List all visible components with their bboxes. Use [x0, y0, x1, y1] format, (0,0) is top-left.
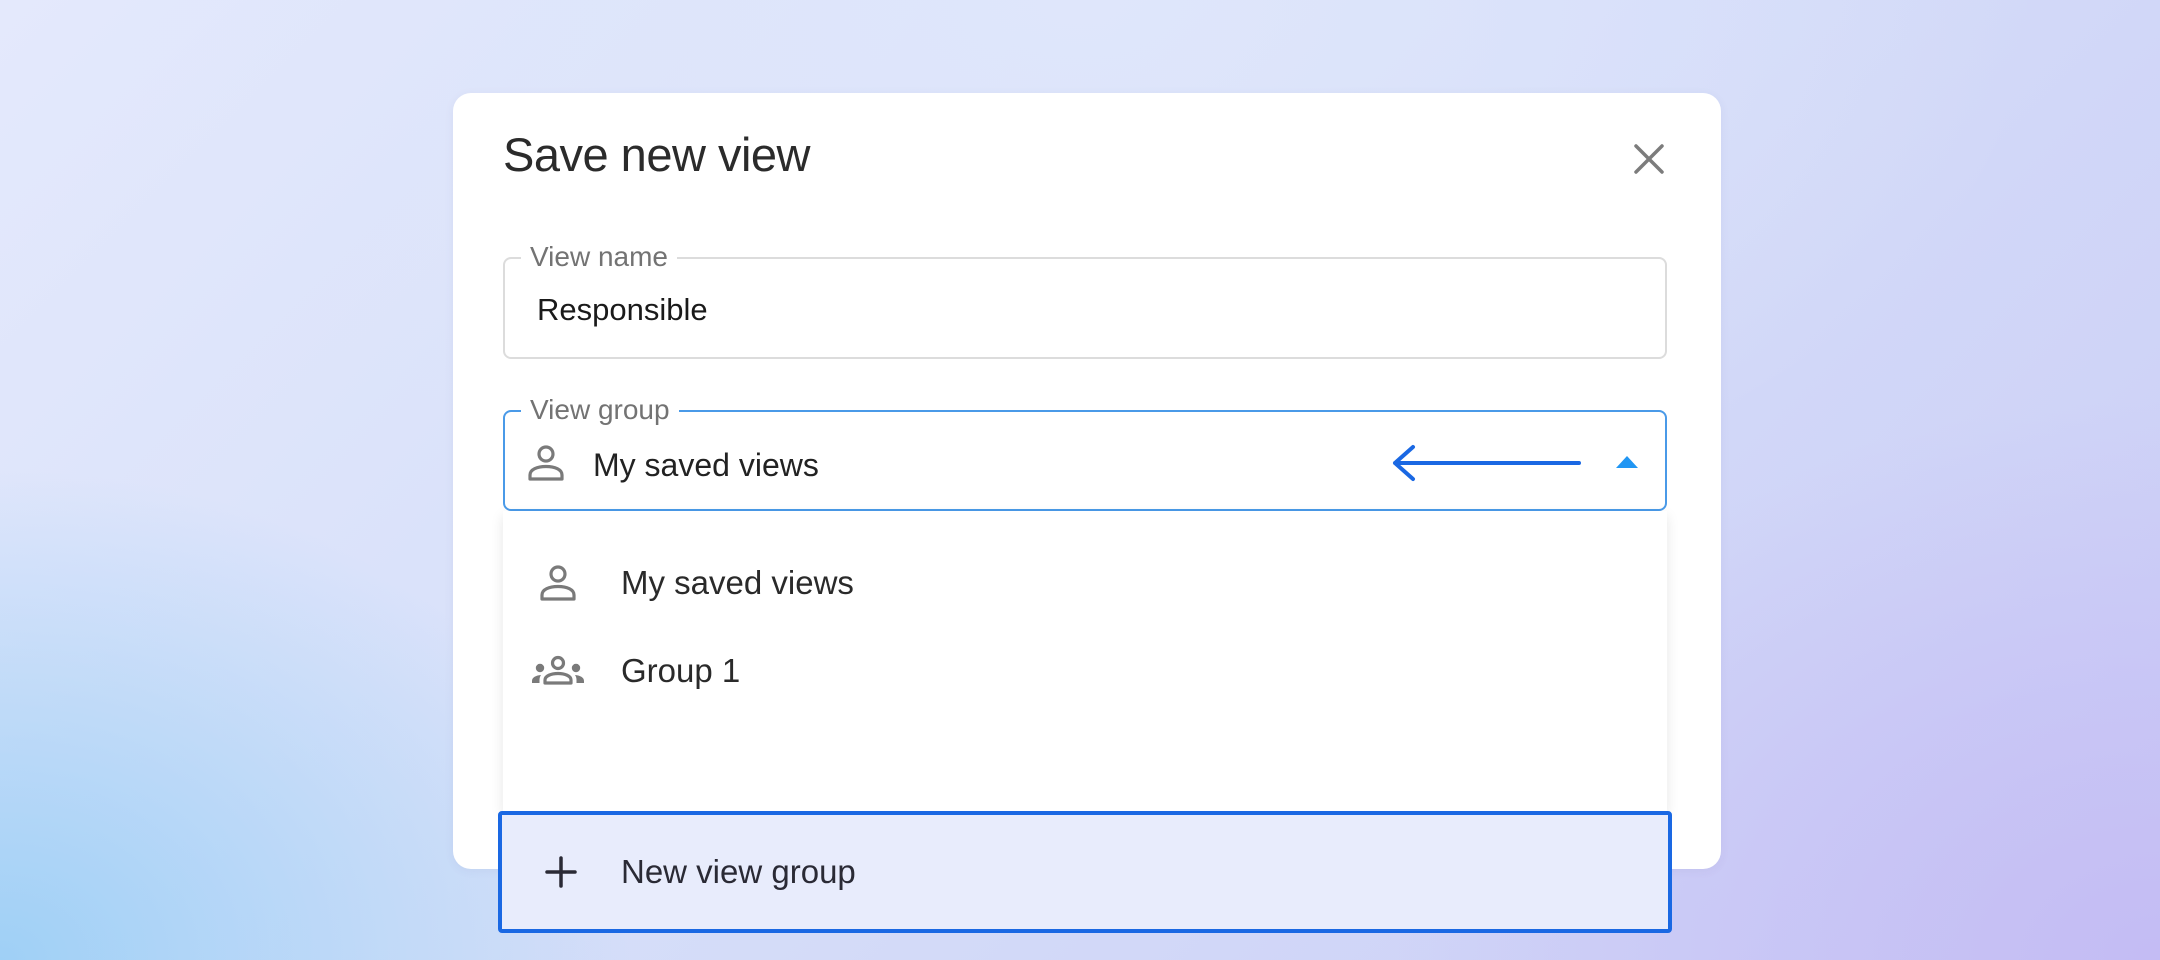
option-my-saved-views[interactable]: My saved views [503, 541, 1667, 625]
caret-up-icon [1616, 456, 1638, 468]
new-view-group-label: New view group [621, 853, 856, 890]
person-icon [540, 565, 576, 601]
collapse-dropdown-button[interactable] [1609, 444, 1645, 480]
view-group-label: View group [521, 393, 679, 427]
option-group-1[interactable]: Group 1 [503, 629, 1667, 713]
new-view-group-button[interactable]: New view group [498, 811, 1672, 933]
view-group-dropdown: My saved views Group 1 New view group [498, 511, 1672, 933]
group-icon [532, 655, 584, 685]
close-button[interactable] [1627, 137, 1671, 181]
close-icon [1634, 144, 1664, 174]
view-name-label: View name [521, 240, 678, 274]
option-label: My saved views [621, 564, 854, 601]
view-group-select[interactable]: View group My saved views [503, 393, 1667, 511]
dialog-title: Save new view [503, 128, 811, 181]
view-name-input[interactable]: Responsible [537, 291, 708, 329]
save-view-dialog: Save new view View name Responsible View… [453, 93, 1721, 933]
view-group-selected-value: My saved views [593, 447, 819, 483]
option-label: Group 1 [621, 652, 741, 689]
view-name-field[interactable]: View name Responsible [503, 240, 1667, 359]
plus-icon [545, 856, 577, 888]
person-icon [528, 445, 564, 481]
annotation-arrow-left-icon [1393, 445, 1581, 481]
